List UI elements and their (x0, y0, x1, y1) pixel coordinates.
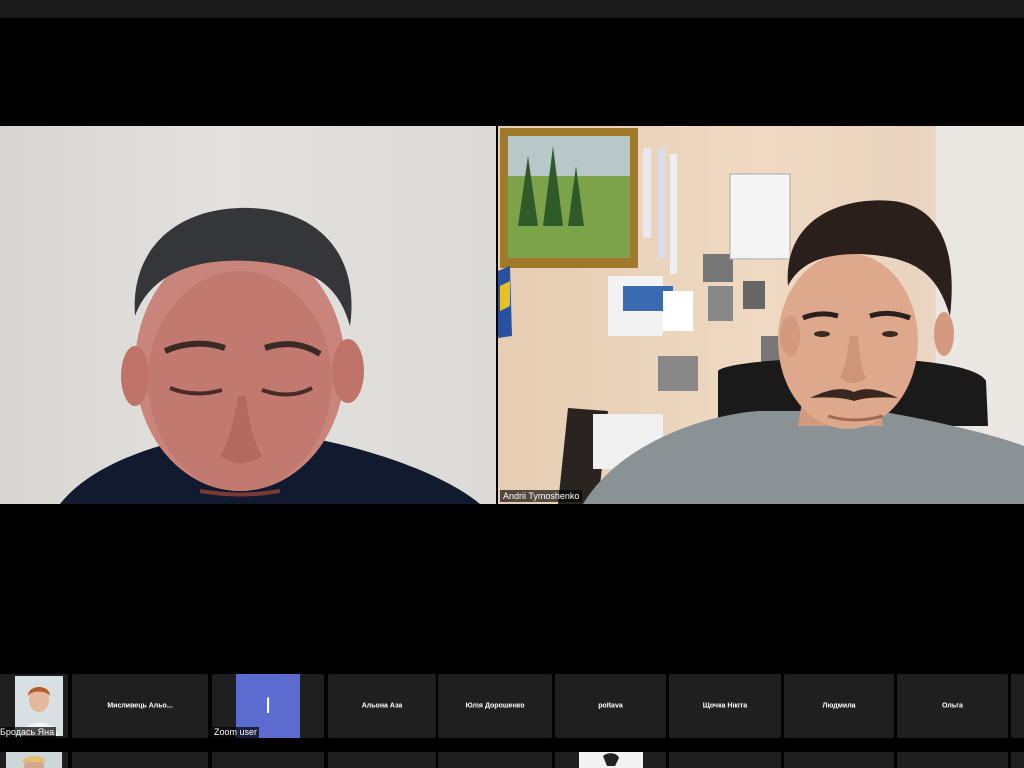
gallery-thumb-name[interactable]: Юлія Дорошенко (438, 674, 552, 738)
participant-2-video (498, 126, 1024, 504)
gallery-thumb-name[interactable]: Ольга (897, 674, 1008, 738)
gallery-strip-second-row (0, 752, 1024, 768)
gallery-thumb-avatar[interactable]: I Zoom user (212, 674, 324, 738)
video-tile-participant-2[interactable]: Andrii Tymoshenko (498, 126, 1024, 504)
video-tile-participant-1[interactable] (0, 126, 496, 504)
gallery-thumb-name[interactable]: Людмила (784, 674, 894, 738)
gallery-thumb[interactable] (212, 752, 324, 768)
gallery-thumb[interactable] (72, 752, 208, 768)
thumb-participant-name: Юлія Дорошенко (465, 702, 525, 710)
participant-thumb-video (579, 752, 643, 768)
gallery-thumb[interactable] (784, 752, 894, 768)
thumb-participant-name: Мисливець Альо... (107, 702, 173, 710)
participant-name-tag: Andrii Tymoshenko (500, 490, 583, 502)
gallery-thumb-video[interactable] (0, 752, 68, 768)
gallery-thumb[interactable] (555, 752, 666, 768)
thumb-participant-name: Щочка Нікіта (702, 702, 748, 710)
avatar-initial: I (264, 693, 272, 718)
thumb-name-label: Zoom user (212, 727, 260, 738)
top-bar (0, 0, 1024, 18)
gallery-strip: Бродась Яна Мисливець Альо... I Zoom use… (0, 674, 1024, 738)
thumb-participant-name: Альона Аза (361, 702, 403, 710)
participant-thumb-video (6, 752, 62, 768)
gallery-thumb[interactable] (438, 752, 552, 768)
thumb-participant-name: Людмила (822, 702, 856, 710)
thumb-participant-name: Ольга (942, 702, 963, 710)
gallery-thumb-partial[interactable] (1011, 674, 1024, 738)
gallery-thumb-partial[interactable] (1011, 752, 1024, 768)
gallery-thumb-name[interactable]: poltava (555, 674, 666, 738)
gallery-thumb[interactable] (897, 752, 1008, 768)
thumb-name-label: Бродась Яна (0, 727, 57, 738)
gallery-thumb[interactable] (669, 752, 781, 768)
gallery-thumb-name[interactable]: Щочка Нікіта (669, 674, 781, 738)
gallery-thumb[interactable] (328, 752, 436, 768)
participant-1-video (60, 207, 480, 504)
gallery-thumb-name[interactable]: Альона Аза (328, 674, 436, 738)
thumb-participant-name: poltava (598, 702, 623, 710)
gallery-thumb-video[interactable]: Бродась Яна (0, 674, 68, 738)
gallery-thumb-name[interactable]: Мисливець Альо... (72, 674, 208, 738)
